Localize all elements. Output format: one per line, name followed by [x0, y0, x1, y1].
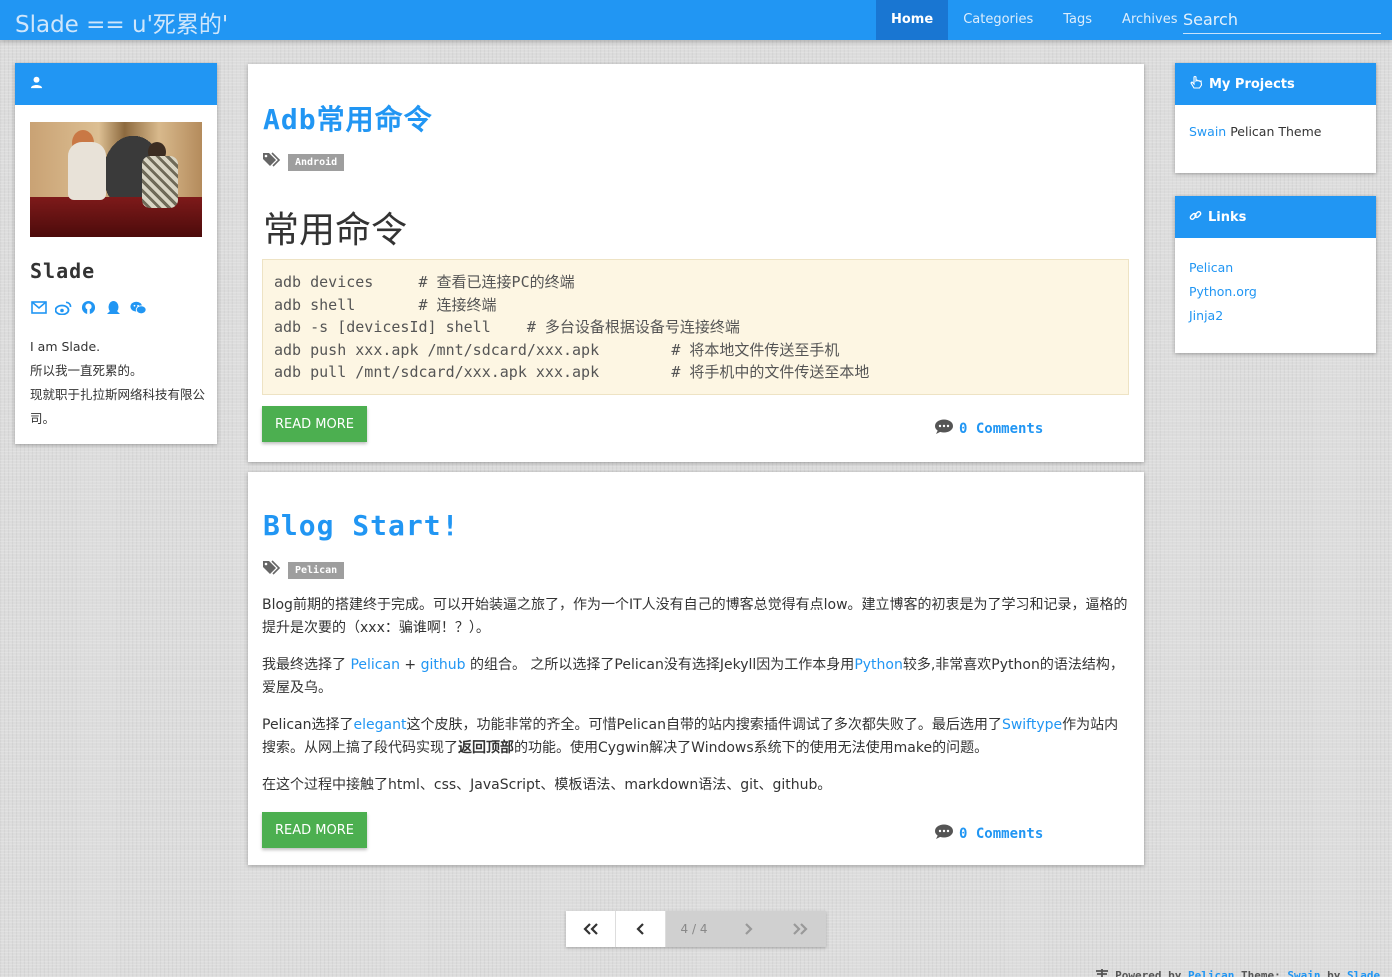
paragraph: 在这个过程中接触了html、css、JavaScript、模板语法、markdo…: [262, 777, 832, 793]
footer-text: by: [1320, 969, 1347, 977]
paragraph: Blog前期的搭建终于完成。可以开始装逼之旅了，作为一个IT人没有自己的博客总觉…: [262, 597, 1128, 636]
link-icon: [1189, 209, 1208, 226]
footer-text: .Theme:: [1234, 969, 1288, 977]
text-span: 这个皮肤，功能非常的齐全。可惜Pelican自带的站内搜索插件调试了多次都失败了…: [406, 717, 1002, 733]
list-item: Python.org: [1189, 280, 1362, 304]
qq-icon[interactable]: [105, 299, 122, 316]
nav-item-categories[interactable]: Categories: [948, 0, 1048, 40]
comments-link[interactable]: 0 Comments: [934, 824, 1043, 844]
comments-count: 0 Comments: [959, 826, 1044, 842]
github-icon[interactable]: [80, 299, 97, 316]
links-list: Pelican Python.org Jinja2: [1175, 238, 1376, 328]
nav-menu: Home Categories Tags Archives: [876, 0, 1192, 40]
hand-pointer-icon: [1189, 75, 1209, 93]
project-desc: Pelican Theme: [1226, 124, 1322, 139]
text-span: 的功能。使用Cygwin解决了Windows系统下的使用无法使用make的问题。: [514, 739, 989, 756]
page-indicator: 4 / 4: [666, 911, 722, 947]
weibo-icon[interactable]: [55, 299, 72, 316]
link-python-org[interactable]: Python.org: [1189, 284, 1257, 299]
user-icon: [30, 76, 49, 93]
link-elegant-inline[interactable]: elegant: [354, 717, 407, 733]
top-navbar: Slade == u'死累的' Home Categories Tags Arc…: [0, 0, 1392, 40]
code-line: adb push xxx.apk /mnt/sdcard/xxx.apk # 将…: [274, 340, 840, 359]
link-pelican-inline[interactable]: Pelican: [350, 657, 400, 673]
search-input[interactable]: [1183, 6, 1381, 34]
text-span: +: [399, 657, 421, 673]
links-title: Links: [1208, 209, 1247, 225]
bold-text: 返回顶部: [458, 739, 514, 756]
profile-name: Slade: [30, 259, 96, 283]
read-more-button[interactable]: READ MORE: [262, 406, 367, 442]
post-card: Adb常用命令 Android 常用命令 adb devices # 查看已连接…: [248, 64, 1144, 462]
list-item: Pelican: [1189, 256, 1362, 280]
site-brand[interactable]: Slade == u'死累的': [15, 5, 228, 39]
social-links: [30, 299, 147, 316]
links-card-header: Links: [1175, 196, 1376, 238]
link-github-inline[interactable]: github: [421, 657, 466, 673]
list-item: Jinja2: [1189, 304, 1362, 328]
profile-bio: I am Slade. 所以我一直死累的。 现就职于扎拉斯网络科技有限公司。: [30, 335, 210, 431]
prev-page-button[interactable]: [616, 911, 666, 947]
links-card: Links Pelican Python.org Jinja2: [1175, 196, 1376, 353]
nav-item-home[interactable]: Home: [876, 0, 949, 40]
post-title[interactable]: Adb常用命令: [263, 98, 433, 138]
footer: Powered by Pelican .Theme: Swain by Slade…: [1068, 955, 1387, 977]
project-link-swain[interactable]: Swain: [1189, 124, 1226, 139]
last-page-button[interactable]: [774, 911, 826, 947]
tags-icon: [262, 560, 282, 580]
projects-list: Swain Pelican Theme: [1175, 105, 1376, 144]
code-line: adb shell # 连接终端: [274, 295, 497, 314]
tag-badge[interactable]: Android: [288, 153, 345, 171]
post-tags: Pelican: [262, 560, 345, 580]
tags-icon: [262, 152, 282, 172]
footer-swain-link[interactable]: Swain: [1287, 969, 1320, 977]
comments-icon: [934, 824, 954, 844]
code-line: adb devices # 查看已连接PC的终端: [274, 273, 575, 291]
link-swiftype-inline[interactable]: Swiftype: [1002, 717, 1062, 733]
profile-card: Slade I am Slade. 所以我一直死累的。 现就职于扎拉斯网络科技有…: [15, 63, 217, 444]
tag-badge[interactable]: Pelican: [288, 561, 345, 579]
link-pelican[interactable]: Pelican: [1189, 260, 1233, 275]
comments-link[interactable]: 0 Comments: [934, 419, 1043, 439]
paragraph: 我最终选择了 Pelican + github 的组合。 之所以选择了Pelic…: [262, 654, 1132, 699]
code-block: adb devices # 查看已连接PC的终端 adb shell # 连接终端…: [262, 259, 1129, 395]
comments-icon: [934, 419, 954, 439]
list-item: Swain Pelican Theme: [1189, 120, 1362, 144]
pelican-icon: [1068, 955, 1109, 977]
footer-pelican-link[interactable]: Pelican: [1188, 969, 1234, 977]
link-jinja2[interactable]: Jinja2: [1189, 308, 1223, 323]
pagination: 4 / 4: [566, 911, 826, 947]
link-python-inline[interactable]: Python: [854, 657, 903, 673]
projects-title: My Projects: [1209, 76, 1295, 92]
text-span: 我最终选择了: [262, 657, 351, 673]
post-title[interactable]: Blog Start!: [263, 509, 459, 542]
footer-text: .: [1380, 969, 1387, 977]
footer-text: Powered by: [1108, 969, 1188, 977]
post-card: Blog Start! Pelican Blog前期的搭建终于完成。可以开始装逼…: [248, 472, 1144, 865]
first-page-button[interactable]: [566, 911, 616, 947]
nav-item-tags[interactable]: Tags: [1048, 0, 1107, 40]
text-span: 的组合。 之所以选择了Pelican没有选择Jekyll因为工作本身用: [465, 657, 855, 673]
code-line: adb pull /mnt/sdcard/xxx.apk xxx.apk # 将…: [274, 363, 870, 381]
text-span: Pelican选择了: [262, 717, 354, 733]
post-tags: Android: [262, 152, 345, 172]
projects-card-header: My Projects: [1175, 63, 1376, 105]
comments-count: 0 Comments: [959, 421, 1044, 437]
projects-card: My Projects Swain Pelican Theme: [1175, 63, 1376, 173]
bio-line: 所以我一直死累的。: [30, 363, 143, 378]
paragraph: Pelican选择了elegant这个皮肤，功能非常的齐全。可惜Pelican自…: [262, 714, 1132, 759]
post-heading: 常用命令: [263, 210, 408, 251]
post-body: Blog前期的搭建终于完成。可以开始装逼之旅了，作为一个IT人没有自己的博客总觉…: [262, 594, 1132, 812]
bio-line: 现就职于扎拉斯网络科技有限公司。: [30, 387, 206, 426]
bio-line: I am Slade.: [30, 339, 101, 354]
read-more-button[interactable]: READ MORE: [262, 812, 367, 848]
footer-slade-link[interactable]: Slade: [1347, 969, 1380, 977]
nav-item-archives[interactable]: Archives: [1107, 0, 1192, 40]
profile-card-header: [15, 63, 217, 105]
envelope-icon[interactable]: [30, 299, 47, 316]
next-page-button[interactable]: [722, 911, 774, 947]
wechat-icon[interactable]: [130, 299, 147, 316]
code-line: adb -s [devicesId] shell # 多台设备根据设备号连接终端: [274, 318, 740, 336]
avatar: [30, 122, 202, 237]
